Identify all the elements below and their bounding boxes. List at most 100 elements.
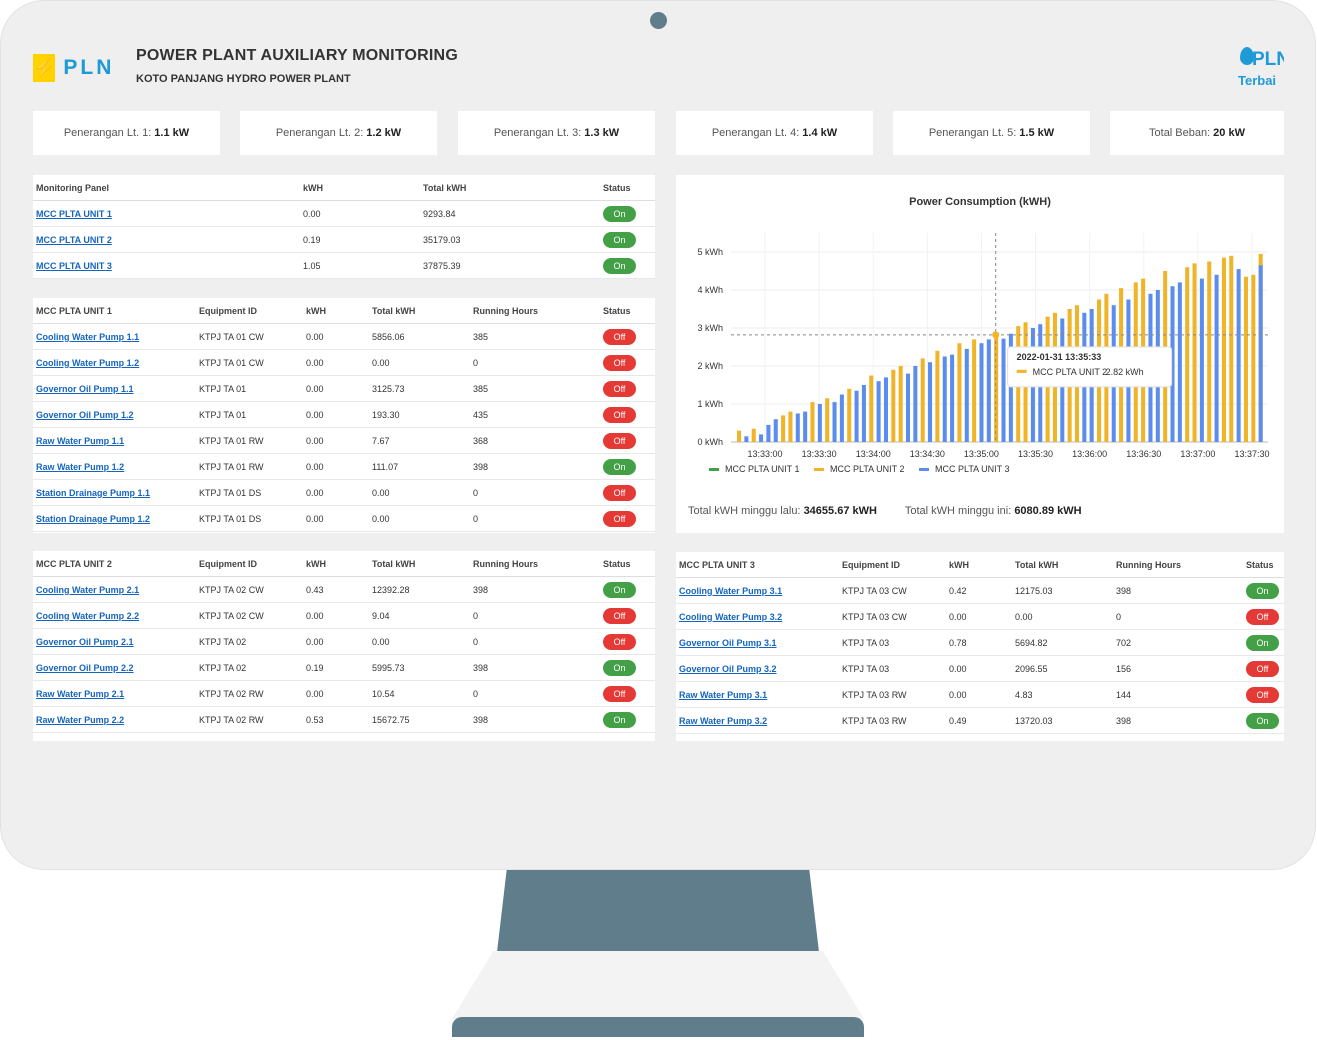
last-week-value: 34655.67 kWH (803, 505, 877, 517)
link-station-drainage-pump-1-1[interactable]: Station Drainage Pump 1.1 (36, 488, 150, 498)
status-badge[interactable]: Off (1246, 660, 1279, 677)
link-raw-water-pump-1-2[interactable]: Raw Water Pump 1.2 (36, 462, 124, 472)
status-badge[interactable]: Off (603, 354, 636, 371)
power-consumption-chart[interactable]: 0 kWh 1 kWh 2 kWh 3 kWh 4 kWh 5 kWh 13:33:00 13… (676, 175, 1284, 495)
table-cell: Off (600, 602, 655, 629)
legend-label: MCC PLTA UNIT 2 (830, 464, 905, 474)
link-governor-oil-pump-3-1[interactable]: Governor Oil Pump 3.1 (679, 638, 777, 648)
link-raw-water-pump-3-1[interactable]: Raw Water Pump 3.1 (679, 690, 767, 700)
chart-bar (751, 428, 756, 442)
table-cell: 35179.03 (420, 226, 600, 253)
last-week-label: Total kWH minggu lalu: (688, 505, 801, 517)
unit1-table: MCC PLTA UNIT 1 Equipment ID kWH Total kWH R… (33, 298, 655, 533)
chart-bar (737, 430, 742, 442)
link-governor-oil-pump-1-2[interactable]: Governor Oil Pump 1.2 (36, 410, 134, 420)
link-governor-oil-pump-1-1[interactable]: Governor Oil Pump 1.1 (36, 384, 134, 394)
chart-bar (891, 369, 896, 442)
x-tick-label: 13:33:30 (802, 449, 837, 459)
status-badge[interactable]: Off (1246, 608, 1279, 625)
column-header: Running Hours (470, 551, 600, 577)
link-cooling-water-pump-2-2[interactable]: Cooling Water Pump 2.2 (36, 611, 139, 621)
this-week-value: 6080.89 kWH (1014, 505, 1082, 517)
link-governor-oil-pump-3-2[interactable]: Governor Oil Pump 3.2 (679, 664, 777, 674)
chart-bar (994, 334, 999, 442)
column-header: Total kWH (1012, 552, 1113, 578)
status-badge[interactable]: On (603, 257, 636, 274)
status-badge[interactable]: Off (603, 607, 636, 624)
table-row: Cooling Water Pump 1.2 KTPJ TA 01 CW 0.00 0… (33, 349, 655, 376)
chart-bar (869, 375, 874, 442)
power-card: Penerangan Lt. 4: 1.4 kW (676, 111, 873, 155)
table-cell: 0.78 (946, 629, 1012, 656)
table-row: MCC PLTA UNIT 1 0.00 9293.84 On (33, 200, 655, 227)
table-cell: On (600, 706, 655, 733)
monitor-stand-neck (497, 870, 819, 952)
column-header: Total kWH (369, 298, 470, 324)
power-card: Penerangan Lt. 1: 1.1 kW (33, 111, 220, 155)
status-badge[interactable]: Off (603, 432, 636, 449)
chart-bar (986, 339, 991, 442)
link-raw-water-pump-1-1[interactable]: Raw Water Pump 1.1 (36, 436, 124, 446)
tooltip-value: 2.82 kWh (1106, 367, 1144, 377)
chart-bar (979, 343, 984, 442)
link-governor-oil-pump-2-2[interactable]: Governor Oil Pump 2.2 (36, 663, 134, 673)
link-mcc-plta-unit-1[interactable]: MCC PLTA UNIT 1 (36, 209, 112, 219)
table-cell: 0.00 (303, 628, 369, 655)
chart-bar (839, 394, 844, 442)
link-station-drainage-pump-1-2[interactable]: Station Drainage Pump 1.2 (36, 514, 150, 524)
table-cell: 0.43 (303, 576, 369, 603)
link-cooling-water-pump-2-1[interactable]: Cooling Water Pump 2.1 (36, 585, 139, 595)
status-badge[interactable]: On (603, 205, 636, 222)
x-tick-label: 13:33:00 (747, 449, 782, 459)
link-cooling-water-pump-1-1[interactable]: Cooling Water Pump 1.1 (36, 332, 139, 342)
chart-bar (905, 373, 911, 442)
status-badge[interactable]: On (603, 711, 636, 728)
status-badge[interactable]: On (603, 458, 636, 475)
link-cooling-water-pump-3-2[interactable]: Cooling Water Pump 3.2 (679, 612, 782, 622)
pln-logo-text: PLN (63, 56, 115, 79)
table-cell: On (600, 576, 655, 603)
link-mcc-plta-unit-2[interactable]: MCC PLTA UNIT 2 (36, 235, 112, 245)
link-raw-water-pump-2-1[interactable]: Raw Water Pump 2.1 (36, 689, 124, 699)
table-cell: 0.00 (946, 681, 1012, 708)
status-badge[interactable]: Off (603, 685, 636, 702)
tooltip-series: MCC PLTA UNIT 2 (1033, 367, 1108, 377)
table-cell: KTPJ TA 01 DS (196, 505, 303, 532)
table-row: Raw Water Pump 1.2 KTPJ TA 01 RW 0.00 111.0… (33, 453, 655, 480)
table-cell: 0.00 (303, 453, 369, 480)
status-badge[interactable]: On (603, 231, 636, 248)
table-cell: MCC PLTA UNIT 3 (33, 252, 300, 279)
table-cell: 0 (470, 602, 600, 629)
status-badge[interactable]: Off (603, 406, 636, 423)
link-governor-oil-pump-2-1[interactable]: Governor Oil Pump 2.1 (36, 637, 134, 647)
link-raw-water-pump-2-2[interactable]: Raw Water Pump 2.2 (36, 715, 124, 725)
status-badge[interactable]: On (603, 581, 636, 598)
link-mcc-plta-unit-3[interactable]: MCC PLTA UNIT 3 (36, 261, 112, 271)
table-cell: 5995.73 (369, 654, 470, 681)
status-badge[interactable]: Off (603, 484, 636, 501)
table-cell: 385 (470, 323, 600, 350)
table-cell: Governor Oil Pump 3.2 (676, 655, 839, 682)
status-badge[interactable]: On (603, 659, 636, 676)
status-badge[interactable]: Off (1246, 686, 1279, 703)
status-badge[interactable]: On (1246, 634, 1279, 651)
status-badge[interactable]: Off (603, 510, 636, 527)
table-cell: 0.19 (300, 226, 420, 253)
table-cell: Governor Oil Pump 3.1 (676, 629, 839, 656)
status-badge[interactable]: Off (603, 633, 636, 650)
status-badge[interactable]: Off (603, 328, 636, 345)
link-cooling-water-pump-3-1[interactable]: Cooling Water Pump 3.1 (679, 586, 782, 596)
status-badge[interactable]: Off (603, 380, 636, 397)
chart-bar (1221, 257, 1226, 442)
table-cell: 4.83 (1012, 681, 1113, 708)
chart-bar (744, 436, 749, 442)
table-cell: KTPJ TA 02 RW (196, 680, 303, 707)
table-cell: Off (1243, 603, 1284, 630)
status-badge[interactable]: On (1246, 712, 1279, 729)
power-card: Penerangan Lt. 5: 1.5 kW (893, 111, 1090, 155)
link-cooling-water-pump-1-2[interactable]: Cooling Water Pump 1.2 (36, 358, 139, 368)
table-cell: Station Drainage Pump 1.2 (33, 505, 196, 532)
status-badge[interactable]: On (1246, 582, 1279, 599)
table-cell: 0.00 (369, 505, 470, 532)
link-raw-water-pump-3-2[interactable]: Raw Water Pump 3.2 (679, 716, 767, 726)
